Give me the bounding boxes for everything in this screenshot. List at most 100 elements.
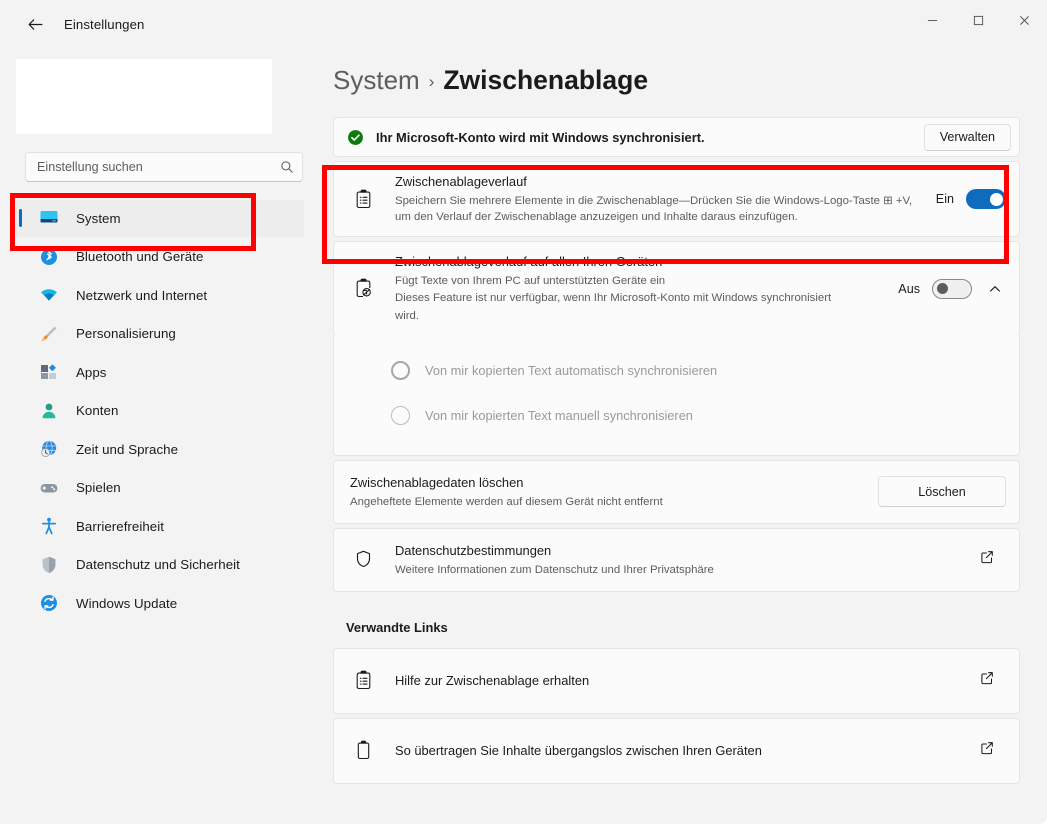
privacy-statement-text: Datenschutzbestimmungen Weitere Informat… (395, 542, 980, 578)
close-button[interactable] (1001, 0, 1047, 40)
accessibility-icon (38, 515, 60, 537)
clear-clipboard-title: Zwischenablagedaten löschen (350, 474, 878, 493)
privacy-statement-title: Datenschutzbestimmungen (395, 542, 980, 561)
clipboard-list-icon (350, 186, 376, 212)
radio-button[interactable] (391, 361, 410, 380)
clipboard-sync-icon (350, 276, 376, 302)
related-link-help-card[interactable]: Hilfe zur Zwischenablage erhalten (333, 648, 1020, 714)
sidebar-item-label: System (76, 211, 121, 226)
paintbrush-icon (38, 323, 60, 345)
shield-icon (38, 554, 60, 576)
clipboard-history-description: Speichern Sie mehrere Elemente in die Zw… (395, 193, 922, 226)
sync-devices-toggle[interactable] (932, 279, 972, 299)
breadcrumb: System › Zwischenablage (333, 65, 1047, 96)
close-icon (1019, 15, 1030, 26)
external-link-icon[interactable] (980, 671, 1000, 691)
sync-option-manual-label: Von mir kopierten Text manuell synchroni… (425, 408, 693, 423)
breadcrumb-parent[interactable]: System (333, 65, 420, 96)
main-content: System › Zwischenablage Ihr Microsoft-Ko… (320, 48, 1047, 824)
sync-options-expander: Von mir kopierten Text automatisch synch… (333, 335, 1020, 456)
arrow-left-icon (27, 16, 44, 33)
gamepad-icon (38, 477, 60, 499)
sync-option-auto-label: Von mir kopierten Text automatisch synch… (425, 363, 717, 378)
external-link-icon[interactable] (980, 550, 1000, 570)
sidebar: System Bluetooth und Geräte Netzwerk und… (0, 48, 320, 824)
sync-devices-title: Zwischenablageverlauf auf allen Ihren Ge… (395, 253, 884, 272)
sync-devices-description-2: Dieses Feature ist nur verfügbar, wenn I… (395, 290, 884, 306)
sidebar-item-label: Spielen (76, 480, 121, 495)
sync-option-auto[interactable]: Von mir kopierten Text automatisch synch… (334, 348, 1019, 393)
clipboard-history-text: Zwischenablageverlauf Speichern Sie mehr… (395, 173, 922, 225)
bluetooth-icon (38, 246, 60, 268)
external-link-icon[interactable] (980, 741, 1000, 761)
related-link-help-label: Hilfe zur Zwischenablage erhalten (395, 672, 980, 691)
maximize-button[interactable] (955, 0, 1001, 40)
window-controls (909, 0, 1047, 40)
clear-clipboard-button[interactable]: Löschen (878, 476, 1006, 507)
search-box[interactable] (25, 152, 303, 182)
related-link-help-text: Hilfe zur Zwischenablage erhalten (395, 672, 980, 691)
toggle-knob (937, 283, 948, 294)
sidebar-nav: System Bluetooth und Geräte Netzwerk und… (0, 198, 320, 623)
manage-account-button[interactable]: Verwalten (924, 124, 1011, 151)
privacy-statement-card[interactable]: Datenschutzbestimmungen Weitere Informat… (333, 528, 1020, 592)
sync-devices-description-1: Fügt Texte von Ihrem PC auf unterstützte… (395, 273, 884, 289)
sidebar-item-bluetooth[interactable]: Bluetooth und Geräte (16, 238, 304, 275)
monitor-icon (38, 207, 60, 229)
sidebar-item-accessibility[interactable]: Barrierefreiheit (16, 508, 304, 545)
search-input[interactable] (37, 160, 280, 174)
minimize-icon (927, 15, 938, 26)
related-link-transfer-text: So übertragen Sie Inhalte übergangslos z… (395, 742, 980, 761)
clipboard-history-title: Zwischenablageverlauf (395, 173, 922, 192)
sync-option-manual[interactable]: Von mir kopierten Text manuell synchroni… (334, 393, 1019, 438)
sidebar-item-windows-update[interactable]: Windows Update (16, 585, 304, 622)
account-sync-banner: Ihr Microsoft-Konto wird mit Windows syn… (333, 117, 1020, 157)
radio-button[interactable] (391, 406, 410, 425)
clipboard-history-toggle[interactable] (966, 189, 1006, 209)
sidebar-item-network[interactable]: Netzwerk und Internet (16, 277, 304, 314)
sidebar-item-privacy-security[interactable]: Datenschutz und Sicherheit (16, 546, 304, 583)
back-button[interactable] (18, 7, 52, 41)
check-circle-icon (347, 129, 364, 146)
related-link-transfer-row: So übertragen Sie Inhalte übergangslos z… (334, 719, 1019, 783)
sync-devices-description-3: wird. (395, 308, 884, 324)
clear-clipboard-description: Angeheftete Elemente werden auf diesem G… (350, 494, 878, 510)
clipboard-icon (350, 738, 376, 764)
sync-devices-row: Zwischenablageverlauf auf allen Ihren Ge… (334, 242, 1019, 335)
breadcrumb-separator: › (429, 72, 435, 92)
sidebar-item-personalization[interactable]: Personalisierung (16, 315, 304, 352)
page-title: Zwischenablage (443, 65, 648, 96)
sync-devices-toggle-state: Aus (898, 282, 920, 296)
clipboard-list-icon (350, 668, 376, 694)
sync-devices-card: Zwischenablageverlauf auf allen Ihren Ge… (333, 241, 1020, 336)
related-link-transfer-card[interactable]: So übertragen Sie Inhalte übergangslos z… (333, 718, 1020, 784)
related-links-heading: Verwandte Links (346, 620, 1020, 635)
toggle-knob (990, 193, 1003, 206)
account-sync-text: Ihr Microsoft-Konto wird mit Windows syn… (376, 130, 924, 145)
sidebar-item-label: Konten (76, 403, 118, 418)
related-link-transfer-label: So übertragen Sie Inhalte übergangslos z… (395, 742, 980, 761)
shield-outline-icon (350, 547, 376, 573)
person-icon (38, 400, 60, 422)
sync-devices-controls: Aus (898, 278, 1006, 300)
clear-clipboard-card: Zwischenablagedaten löschen Angeheftete … (333, 460, 1020, 524)
sync-devices-text: Zwischenablageverlauf auf allen Ihren Ge… (395, 253, 884, 324)
wifi-icon (38, 284, 60, 306)
sidebar-item-label: Datenschutz und Sicherheit (76, 557, 240, 572)
sidebar-item-apps[interactable]: Apps (16, 354, 304, 391)
minimize-button[interactable] (909, 0, 955, 40)
clipboard-history-toggle-state: Ein (936, 192, 954, 206)
settings-window: Einstellungen (0, 0, 1047, 824)
sidebar-item-label: Apps (76, 365, 107, 380)
sidebar-item-gaming[interactable]: Spielen (16, 469, 304, 506)
maximize-icon (973, 15, 984, 26)
clock-globe-icon (38, 438, 60, 460)
related-link-help-row: Hilfe zur Zwischenablage erhalten (334, 649, 1019, 713)
clipboard-history-controls: Ein (936, 189, 1006, 209)
sidebar-item-label: Zeit und Sprache (76, 442, 178, 457)
sidebar-item-accounts[interactable]: Konten (16, 392, 304, 429)
sidebar-item-system[interactable]: System (16, 200, 304, 237)
sidebar-item-time-language[interactable]: Zeit und Sprache (16, 431, 304, 468)
chevron-up-icon[interactable] (984, 278, 1006, 300)
sidebar-item-label: Windows Update (76, 596, 177, 611)
